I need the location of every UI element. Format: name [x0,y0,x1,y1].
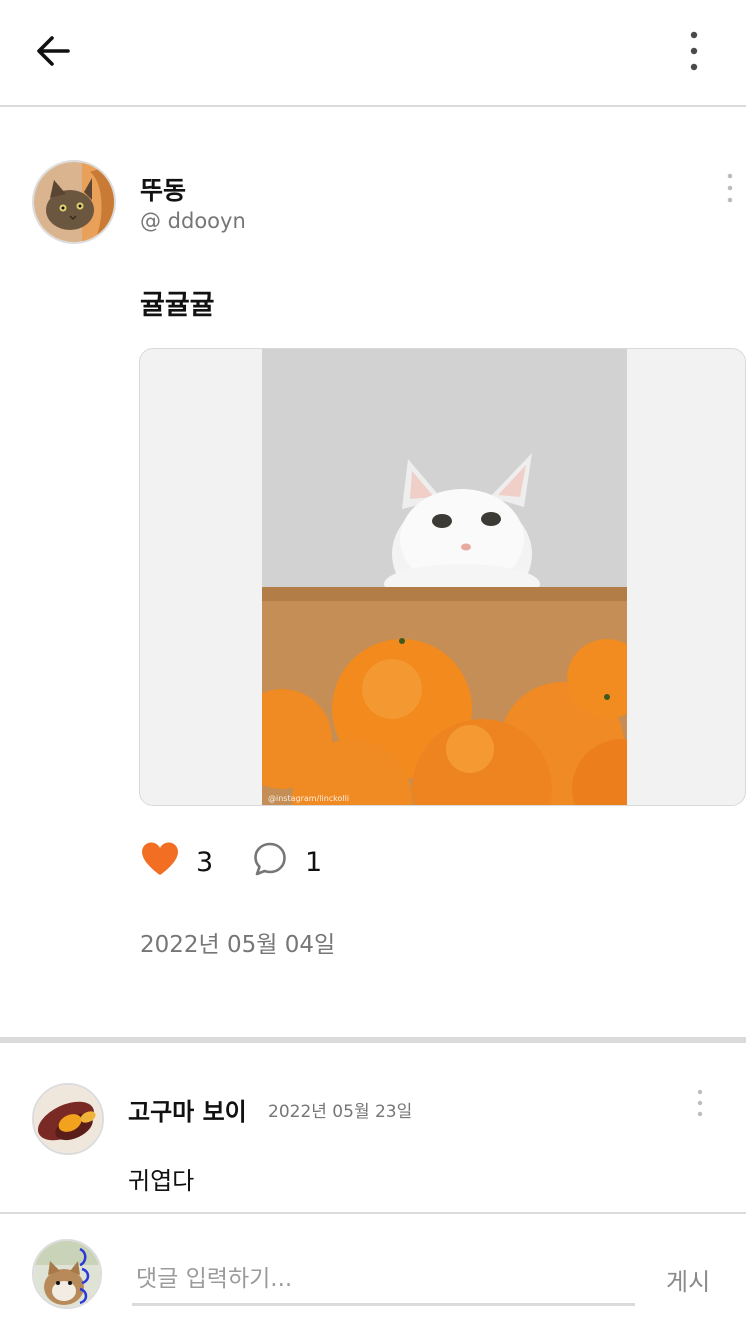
author-avatar[interactable] [32,160,116,244]
more-options-button[interactable] [676,28,712,74]
top-app-bar [0,0,746,107]
like-count: 3 [196,847,214,878]
post-options-button[interactable] [718,171,742,205]
arrow-left-icon [37,36,70,66]
back-button[interactable] [30,28,76,74]
my-avatar[interactable] [32,1239,102,1309]
comment-text: 귀엽다 [128,1167,195,1195]
commenter-avatar[interactable] [32,1083,104,1155]
comment-count: 1 [305,847,323,878]
comment-input[interactable] [132,1254,635,1306]
more-vertical-icon [727,173,733,203]
comment-options-button[interactable] [690,1087,710,1119]
submit-comment-button[interactable]: 게시 [666,1262,710,1297]
like-button[interactable] [140,841,180,877]
comment-input-bar: 게시 [0,1212,746,1332]
more-vertical-icon [690,31,698,71]
post-image-container[interactable]: @instagram/linckolli [139,348,746,806]
section-divider [0,1037,746,1043]
post-text: 귤귤귤 [140,290,215,321]
post-date: 2022년 05월 04일 [140,932,336,958]
post-image: @instagram/linckolli [262,349,627,805]
speech-bubble-icon [254,842,286,876]
author-name[interactable]: 뚜동 [140,171,186,207]
heart-icon [142,842,178,875]
comment-date: 2022년 05월 23일 [268,1102,413,1122]
image-watermark: @instagram/linckolli [268,794,349,803]
post-actions: 3 1 [140,835,440,883]
more-vertical-icon [697,1089,703,1117]
author-handle: @ ddooyn [140,209,246,233]
commenter-name[interactable]: 고구마 보이 [128,1092,247,1127]
comment-button[interactable] [252,841,288,877]
